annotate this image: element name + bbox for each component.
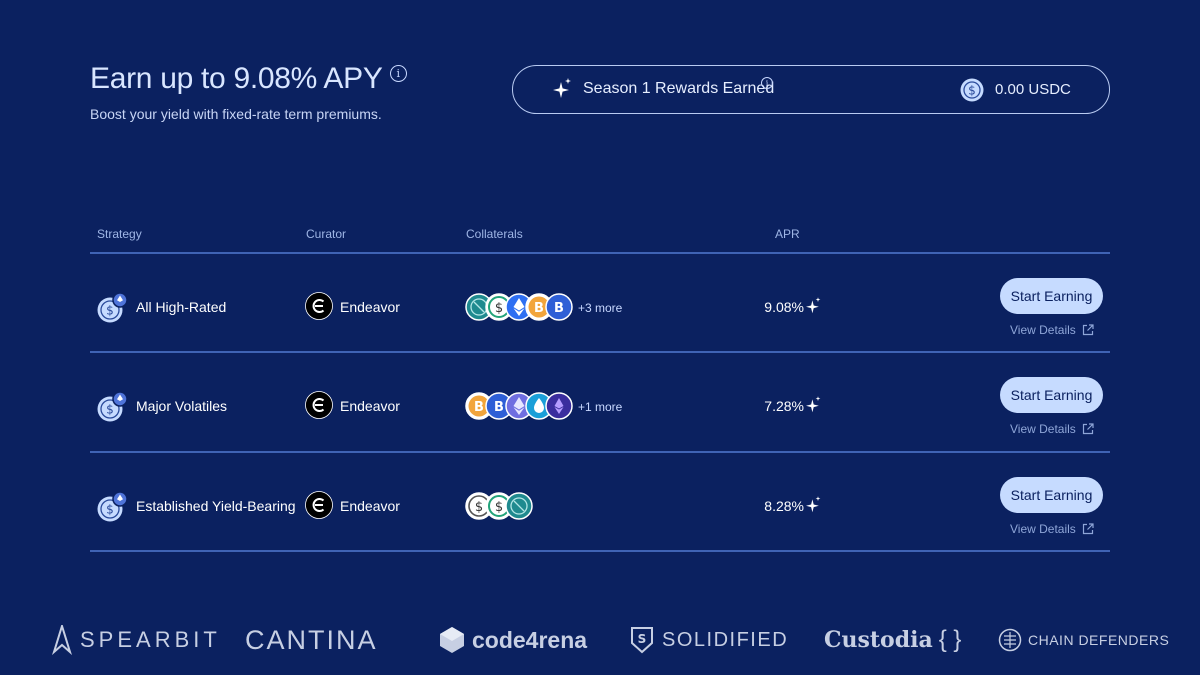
solidified-logo: S SOLIDIFIED (630, 618, 788, 662)
column-header-curator: Curator (306, 227, 347, 241)
rewards-info-icon[interactable]: i (761, 77, 773, 89)
endeavor-logo-icon (305, 491, 333, 519)
svg-text:$: $ (106, 503, 114, 517)
curator-name: Endeavor (340, 299, 400, 315)
spearbit-icon (52, 625, 72, 655)
sparkle-icon (806, 396, 821, 413)
svg-text:$: $ (106, 403, 114, 417)
spearbit-logo: SPEARBIT (52, 618, 221, 662)
svg-text:B: B (494, 400, 504, 415)
btc-blue-icon: B (545, 293, 573, 321)
page-subtitle: Boost your yield with fixed-rate term pr… (90, 106, 382, 122)
code4rena-icon (440, 627, 464, 653)
curator-name: Endeavor (340, 398, 400, 414)
svg-text:$: $ (495, 301, 503, 316)
strategy-icon: $ (97, 491, 128, 522)
chain-defenders-text: CHAIN DEFENDERS (1028, 632, 1170, 648)
strategy-name: Major Volatiles (136, 398, 228, 414)
sparkle-icon (806, 297, 821, 314)
collateral-more[interactable]: +3 more (578, 301, 622, 315)
table-row[interactable]: $ Major Volatiles Endeavor B B +1 more 7… (90, 352, 1110, 450)
curator-name: Endeavor (340, 498, 400, 514)
table-row[interactable]: $ Established Yield-Bearing Endeavor $ $… (90, 452, 1110, 550)
endeavor-logo-icon (305, 292, 333, 320)
page-title: Earn up to 9.08% APY i (90, 62, 407, 96)
view-details-link[interactable]: View Details (1010, 422, 1094, 436)
external-link-icon (1082, 523, 1094, 535)
strategy-icon: $ (97, 391, 128, 422)
usdc-teal-icon (505, 492, 533, 520)
custodia-logo: Custodia { } (824, 618, 961, 662)
cantina-text: CANTINA (245, 624, 378, 655)
start-earning-button[interactable]: Start Earning (1000, 377, 1103, 413)
sparkle-icon (553, 78, 571, 98)
apr-value: 7.28% (764, 398, 804, 414)
svg-text:$: $ (475, 500, 483, 515)
svg-text:S: S (638, 632, 647, 646)
code4rena-logo: code4rena (438, 618, 587, 662)
view-details-link[interactable]: View Details (1010, 323, 1094, 337)
endeavor-logo-icon (305, 391, 333, 419)
start-earning-button[interactable]: Start Earning (1000, 278, 1103, 314)
column-header-strategy: Strategy (97, 227, 142, 241)
svg-text:$: $ (106, 304, 114, 318)
column-header-collaterals: Collaterals (466, 227, 523, 241)
rewards-label: Season 1 Rewards Earned (583, 80, 775, 97)
cantina-logo: CANTINA (245, 618, 378, 662)
spearbit-text: SPEARBIT (80, 627, 221, 652)
page-title-text: Earn up to 9.08% APY (90, 62, 383, 95)
svg-text:$: $ (968, 84, 976, 98)
usdc-icon: $ (960, 78, 984, 102)
view-details-label: View Details (1010, 422, 1076, 436)
sparkle-icon (806, 496, 821, 513)
chain-defenders-logo: CHAIN DEFENDERS (998, 618, 1169, 662)
column-header-apr: APR (775, 227, 800, 241)
apr-value: 8.28% (764, 498, 804, 514)
svg-text:$: $ (495, 500, 503, 515)
table-divider (90, 550, 1110, 552)
strategy-name: Established Yield-Bearing (136, 498, 296, 514)
table-row[interactable]: $ All High-Rated Endeavor $ B B +3 more … (90, 253, 1110, 351)
info-icon[interactable]: i (389, 64, 407, 82)
start-earning-button[interactable]: Start Earning (1000, 477, 1103, 513)
view-details-link[interactable]: View Details (1010, 522, 1094, 536)
custodia-braces-icon: { } (938, 626, 962, 653)
solidified-text: SOLIDIFIED (662, 628, 789, 651)
svg-text:B: B (554, 301, 564, 316)
rewards-value: 0.00 USDC (995, 81, 1071, 98)
view-details-label: View Details (1010, 522, 1076, 536)
external-link-icon (1082, 324, 1094, 336)
eth-violet-icon (545, 392, 573, 420)
view-details-label: View Details (1010, 323, 1076, 337)
strategy-icon: $ (97, 292, 128, 323)
svg-text:B: B (474, 400, 484, 415)
code4rena-text: code4rena (472, 626, 588, 653)
chain-defenders-icon (998, 628, 1022, 652)
solidified-icon: S (631, 627, 653, 654)
apr-value: 9.08% (764, 299, 804, 315)
rewards-summary: Season 1 Rewards Earned i $ 0.00 USDC (512, 65, 1110, 114)
custodia-text: Custodia (824, 627, 933, 653)
strategy-name: All High-Rated (136, 299, 227, 315)
partner-logos: SPEARBIT CANTINA code4rena S SOLIDIFIED … (0, 618, 1200, 662)
collateral-more[interactable]: +1 more (578, 400, 622, 414)
svg-text:B: B (534, 301, 544, 316)
external-link-icon (1082, 423, 1094, 435)
